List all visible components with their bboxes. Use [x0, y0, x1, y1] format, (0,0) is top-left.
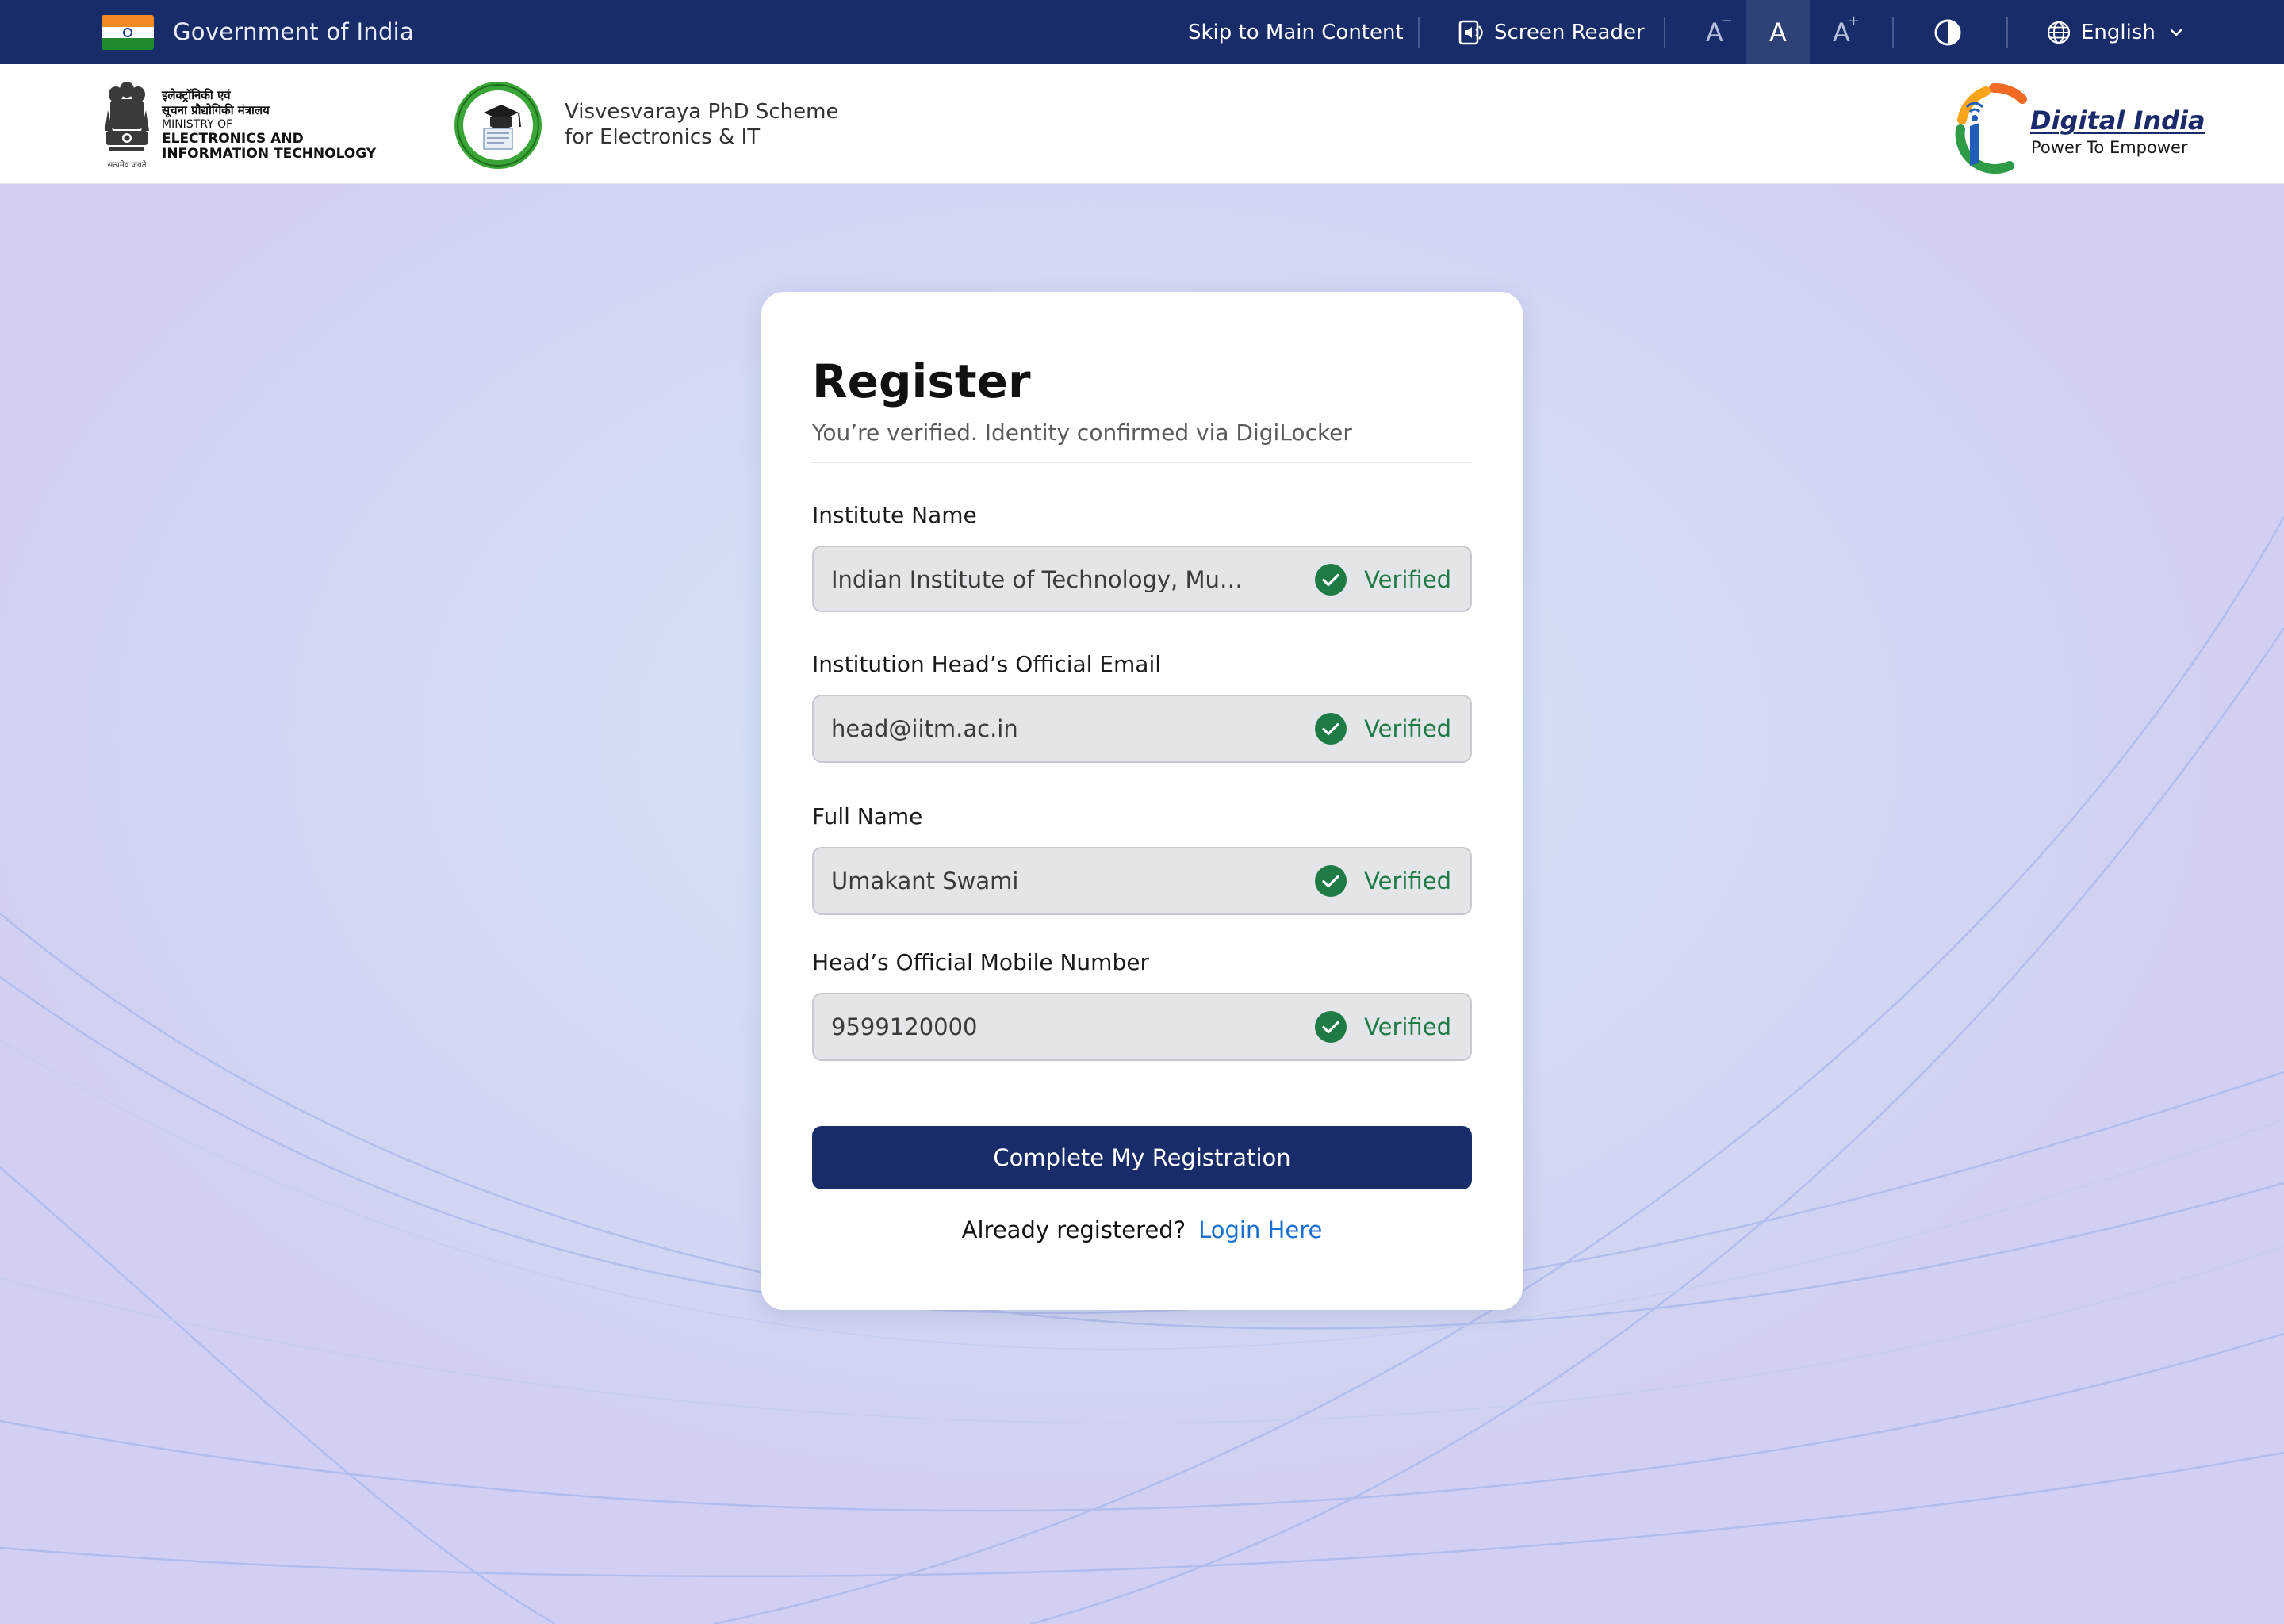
divider [1892, 17, 1894, 48]
check-circle-icon [1315, 713, 1347, 745]
scheme-name: Visvesvaraya PhD Scheme for Electronics … [565, 99, 838, 150]
check-circle-icon [1315, 564, 1347, 596]
top-utility-bar: Government of India Skip to Main Content… [0, 0, 2284, 64]
divider [1664, 17, 1665, 48]
institute-name-field[interactable]: Indian Institute of Technology, Mumbai V… [812, 546, 1472, 612]
verified-badge: Verified [1315, 563, 1451, 596]
verified-label: Verified [1364, 868, 1451, 894]
divider [1418, 17, 1420, 48]
government-of-india-label: Government of India [173, 18, 415, 45]
page-title: Register [812, 354, 1031, 408]
head-mobile-value: 9599120000 [831, 1013, 978, 1040]
head-mobile-field[interactable]: 9599120000 Verified [812, 993, 1472, 1061]
login-here-link[interactable]: Login Here [1198, 1216, 1322, 1243]
digital-india-logo [1955, 82, 2027, 174]
full-name-value: Umakant Swami [831, 868, 1019, 894]
font-default-label: A [1769, 17, 1787, 48]
language-selected-label: English [2081, 21, 2156, 44]
visvesvaraya-scheme-logo [454, 82, 542, 169]
ministry-hindi-line-2: सूचना प्रौद्योगिकी मंत्रालय [162, 103, 270, 117]
logo-header: सत्यमेव जयते इलेक्ट्रॉनिकी एवं सूचना प्र… [0, 64, 2284, 184]
head-email-field[interactable]: head@iitm.ac.in Verified [812, 695, 1472, 763]
chevron-down-icon [2170, 29, 2182, 36]
head-mobile-label: Head’s Official Mobile Number [812, 949, 1149, 975]
contrast-icon[interactable] [1933, 17, 1963, 48]
verified-label: Verified [1364, 566, 1451, 593]
font-increase-button[interactable]: A + [1810, 0, 1873, 64]
emblem-motto: सत्यमेव जयते [107, 160, 146, 170]
state-emblem-logo: सत्यमेव जयते [105, 82, 149, 170]
digital-india-tagline: Power To Empower [2031, 138, 2188, 157]
scheme-name-line-2: for Electronics & IT [565, 125, 761, 149]
plus-icon: + [1847, 12, 1860, 29]
font-default-button[interactable]: A [1746, 0, 1810, 64]
verification-subtitle: You’re verified. Identity confirmed via … [812, 419, 1352, 446]
india-flag-icon [102, 15, 154, 50]
globe-icon [2047, 21, 2071, 44]
full-name-label: Full Name [812, 803, 923, 829]
skip-to-main-content-link[interactable]: Skip to Main Content [1188, 19, 1404, 46]
ministry-english-line-2: ELECTRONICS AND [162, 131, 304, 147]
head-email-value: head@iitm.ac.in [831, 715, 1018, 742]
institute-name-label: Institute Name [812, 502, 977, 528]
divider [2006, 17, 2008, 48]
head-email-label: Institution Head’s Official Email [812, 651, 1162, 677]
verified-badge: Verified [1315, 712, 1451, 745]
language-selector[interactable]: English [2046, 17, 2184, 48]
verified-badge: Verified [1315, 864, 1451, 898]
complete-registration-button[interactable]: Complete My Registration [812, 1126, 1472, 1189]
screen-reader-button[interactable]: Screen Reader [1458, 17, 1645, 48]
verified-badge: Verified [1315, 1010, 1451, 1044]
verified-label: Verified [1364, 715, 1451, 742]
minus-icon: − [1720, 12, 1733, 29]
verified-label: Verified [1364, 1013, 1451, 1040]
register-card: Register You’re verified. Identity confi… [761, 292, 1523, 1310]
screen-reader-label: Screen Reader [1494, 21, 1645, 44]
login-prompt-row: Already registered? Login Here [761, 1215, 1523, 1245]
font-decrease-button[interactable]: A − [1683, 0, 1746, 64]
divider [812, 462, 1472, 463]
institute-name-value: Indian Institute of Technology, Mumbai [831, 566, 1244, 593]
check-circle-icon [1315, 1011, 1347, 1043]
already-registered-text: Already registered? [961, 1216, 1186, 1243]
ministry-english-line-1: MINISTRY OF [162, 118, 233, 131]
digital-india-title: Digital India [2030, 105, 2205, 136]
ministry-name: इलेक्ट्रॉनिकी एवं सूचना प्रौद्योगिकी मंत… [162, 88, 376, 162]
screen-reader-icon [1458, 20, 1483, 45]
scheme-name-line-1: Visvesvaraya PhD Scheme [565, 100, 839, 124]
check-circle-icon [1315, 865, 1347, 897]
ministry-english-line-3: INFORMATION TECHNOLOGY [162, 146, 377, 162]
full-name-field[interactable]: Umakant Swami Verified [812, 847, 1472, 915]
ministry-hindi-line-1: इलेक्ट्रॉनिकी एवं [162, 88, 231, 102]
